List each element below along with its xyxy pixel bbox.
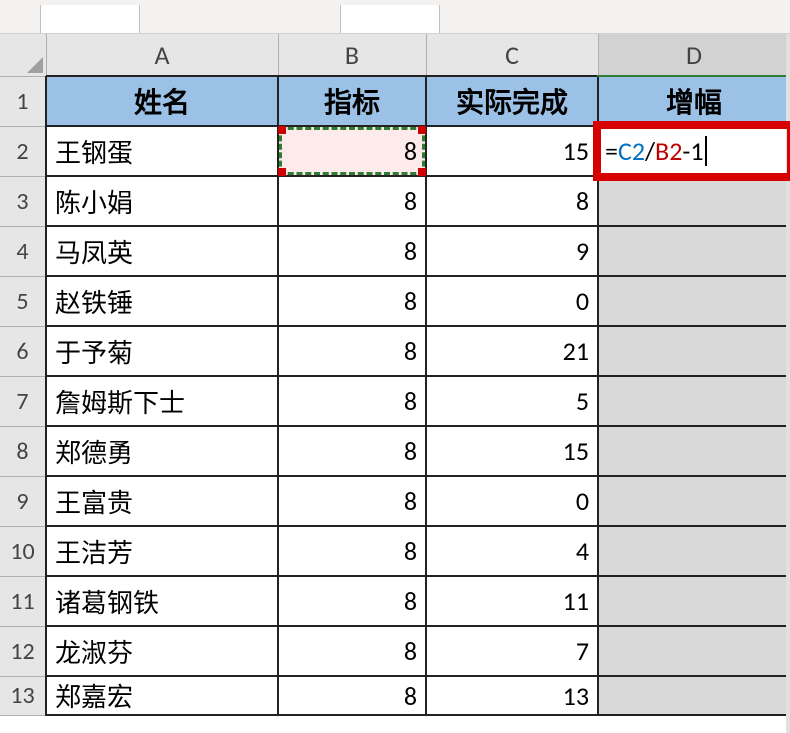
cell-a10[interactable]: 王洁芳 [46, 526, 278, 576]
spreadsheet-grid[interactable]: A B C D 1 姓名 指标 实际完成 增幅 2 王钢蛋 8 15 =C2/B… [0, 34, 790, 716]
row-header-4[interactable]: 4 [0, 226, 46, 276]
cell-c6[interactable]: 21 [426, 326, 598, 376]
table-row: 10 王洁芳 8 4 [0, 526, 790, 576]
cell-d5[interactable] [598, 276, 790, 326]
cell-c8[interactable]: 15 [426, 426, 598, 476]
col-header-b[interactable]: B [278, 34, 426, 76]
table-row: 2 王钢蛋 8 15 =C2/B2-1 [0, 126, 790, 176]
cell-c10[interactable]: 4 [426, 526, 598, 576]
cell-c11[interactable]: 11 [426, 576, 598, 626]
cell-d12[interactable] [598, 626, 790, 676]
table-row: 6 于予菊 8 21 [0, 326, 790, 376]
cell-c3[interactable]: 8 [426, 176, 598, 226]
cell-a7[interactable]: 詹姆斯下士 [46, 376, 278, 426]
select-all-corner[interactable] [0, 34, 46, 76]
header-done[interactable]: 实际完成 [426, 76, 598, 126]
row-header-1[interactable]: 1 [0, 76, 46, 126]
formula-eq: = [605, 135, 618, 167]
cell-b4[interactable]: 8 [278, 226, 426, 276]
cell-a11[interactable]: 诸葛钢铁 [46, 576, 278, 626]
col-header-c[interactable]: C [426, 34, 598, 76]
cell-b6[interactable]: 8 [278, 326, 426, 376]
cell-d7[interactable] [598, 376, 790, 426]
cell-a2[interactable]: 王钢蛋 [46, 126, 278, 176]
cell-d3[interactable] [598, 176, 790, 226]
formula-input[interactable]: =C2/B2-1 [599, 127, 789, 175]
cell-a12[interactable]: 龙淑芬 [46, 626, 278, 676]
cell-d2-editing[interactable]: =C2/B2-1 [598, 126, 790, 176]
cell-b9[interactable]: 8 [278, 476, 426, 526]
cell-c13[interactable]: 13 [426, 676, 598, 715]
row-header-12[interactable]: 12 [0, 626, 46, 676]
cell-d9[interactable] [598, 476, 790, 526]
cell-a13[interactable]: 郑嘉宏 [46, 676, 278, 715]
formula-ref-c2: C2 [618, 135, 645, 167]
cell-d11[interactable] [598, 576, 790, 626]
row-header-8[interactable]: 8 [0, 426, 46, 476]
text-cursor [705, 136, 707, 166]
header-target[interactable]: 指标 [278, 76, 426, 126]
cell-a9[interactable]: 王富贵 [46, 476, 278, 526]
table-row: 9 王富贵 8 0 [0, 476, 790, 526]
cell-d10[interactable] [598, 526, 790, 576]
col-header-a[interactable]: A [46, 34, 278, 76]
table-row: 7 詹姆斯下士 8 5 [0, 376, 790, 426]
row-header-2[interactable]: 2 [0, 126, 46, 176]
cell-b3[interactable]: 8 [278, 176, 426, 226]
cell-d13[interactable] [598, 676, 790, 715]
table-row: 12 龙淑芬 8 7 [0, 626, 790, 676]
formula-minus1: -1 [682, 135, 703, 167]
row-header-13[interactable]: 13 [0, 676, 46, 715]
cell-d8[interactable] [598, 426, 790, 476]
cell-b7[interactable]: 8 [278, 376, 426, 426]
table-row: 3 陈小娟 8 8 [0, 176, 790, 226]
row-header-3[interactable]: 3 [0, 176, 46, 226]
row-header-11[interactable]: 11 [0, 576, 46, 626]
cell-a3[interactable]: 陈小娟 [46, 176, 278, 226]
table-row: 4 马凤英 8 9 [0, 226, 790, 276]
row-header-10[interactable]: 10 [0, 526, 46, 576]
cell-b2[interactable]: 8 [278, 126, 426, 176]
formula-bar[interactable] [0, 0, 790, 34]
cell-a5[interactable]: 赵铁锤 [46, 276, 278, 326]
cell-a8[interactable]: 郑德勇 [46, 426, 278, 476]
cell-b12[interactable]: 8 [278, 626, 426, 676]
cell-b13[interactable]: 8 [278, 676, 426, 715]
cell-d4[interactable] [598, 226, 790, 276]
row-header-5[interactable]: 5 [0, 276, 46, 326]
header-increase[interactable]: 增幅 [598, 76, 790, 126]
cell-b11[interactable]: 8 [278, 576, 426, 626]
row-header-7[interactable]: 7 [0, 376, 46, 426]
header-name[interactable]: 姓名 [46, 76, 278, 126]
sheet-table: A B C D 1 姓名 指标 实际完成 增幅 2 王钢蛋 8 15 =C2/B… [0, 34, 790, 716]
column-header-row: A B C D [0, 34, 790, 76]
cell-c4[interactable]: 9 [426, 226, 598, 276]
table-header-row: 1 姓名 指标 实际完成 增幅 [0, 76, 790, 126]
col-header-d[interactable]: D [598, 34, 790, 76]
formula-ref-b2: B2 [655, 135, 682, 167]
table-row: 11 诸葛钢铁 8 11 [0, 576, 790, 626]
cell-c12[interactable]: 7 [426, 626, 598, 676]
cell-c7[interactable]: 5 [426, 376, 598, 426]
cell-c9[interactable]: 0 [426, 476, 598, 526]
cell-d6[interactable] [598, 326, 790, 376]
cell-c5[interactable]: 0 [426, 276, 598, 326]
table-row-partial: 13 郑嘉宏 8 13 [0, 676, 790, 715]
formula-slash: / [645, 135, 655, 167]
table-row: 5 赵铁锤 8 0 [0, 276, 790, 326]
cell-c2[interactable]: 15 [426, 126, 598, 176]
cell-b8[interactable]: 8 [278, 426, 426, 476]
cell-a4[interactable]: 马凤英 [46, 226, 278, 276]
row-header-6[interactable]: 6 [0, 326, 46, 376]
table-row: 8 郑德勇 8 15 [0, 426, 790, 476]
cell-a6[interactable]: 于予菊 [46, 326, 278, 376]
cell-b2-value: 8 [404, 135, 417, 167]
cell-b10[interactable]: 8 [278, 526, 426, 576]
row-header-9[interactable]: 9 [0, 476, 46, 526]
cell-b5[interactable]: 8 [278, 276, 426, 326]
